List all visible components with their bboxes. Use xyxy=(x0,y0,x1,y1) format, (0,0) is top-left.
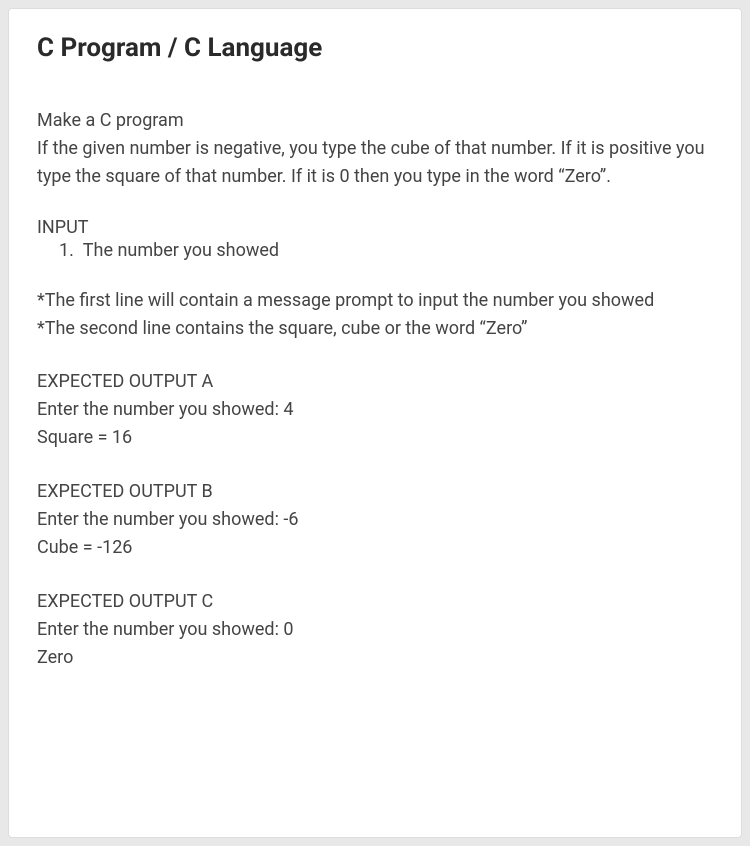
input-section: INPUT 1. The number you showed xyxy=(37,217,713,261)
output-c-line-2: Zero xyxy=(37,644,713,672)
output-b-line-1: Enter the number you showed: -6 xyxy=(37,506,713,534)
note-1: *The first line will contain a message p… xyxy=(37,287,713,315)
output-b-line-2: Cube = -126 xyxy=(37,534,713,562)
intro-line-2: If the given number is negative, you typ… xyxy=(37,135,713,191)
output-a-line-1: Enter the number you showed: 4 xyxy=(37,396,713,424)
output-a-line-2: Square = 16 xyxy=(37,424,713,452)
intro-section: Make a C program If the given number is … xyxy=(37,107,713,191)
input-label: INPUT xyxy=(37,217,713,238)
output-header-c: EXPECTED OUTPUT C xyxy=(37,588,713,616)
output-header-a: EXPECTED OUTPUT A xyxy=(37,368,713,396)
output-header-b: EXPECTED OUTPUT B xyxy=(37,478,713,506)
notes-section: *The first line will contain a message p… xyxy=(37,287,713,343)
intro-line-1: Make a C program xyxy=(37,107,713,135)
input-item-1: 1. The number you showed xyxy=(37,240,713,261)
note-2: *The second line contains the square, cu… xyxy=(37,315,713,343)
page-title: C Program / C Language xyxy=(37,33,713,63)
output-block-c: EXPECTED OUTPUT C Enter the number you s… xyxy=(37,588,713,672)
output-c-line-1: Enter the number you showed: 0 xyxy=(37,616,713,644)
output-block-a: EXPECTED OUTPUT A Enter the number you s… xyxy=(37,368,713,452)
output-block-b: EXPECTED OUTPUT B Enter the number you s… xyxy=(37,478,713,562)
document-card: C Program / C Language Make a C program … xyxy=(8,8,742,838)
